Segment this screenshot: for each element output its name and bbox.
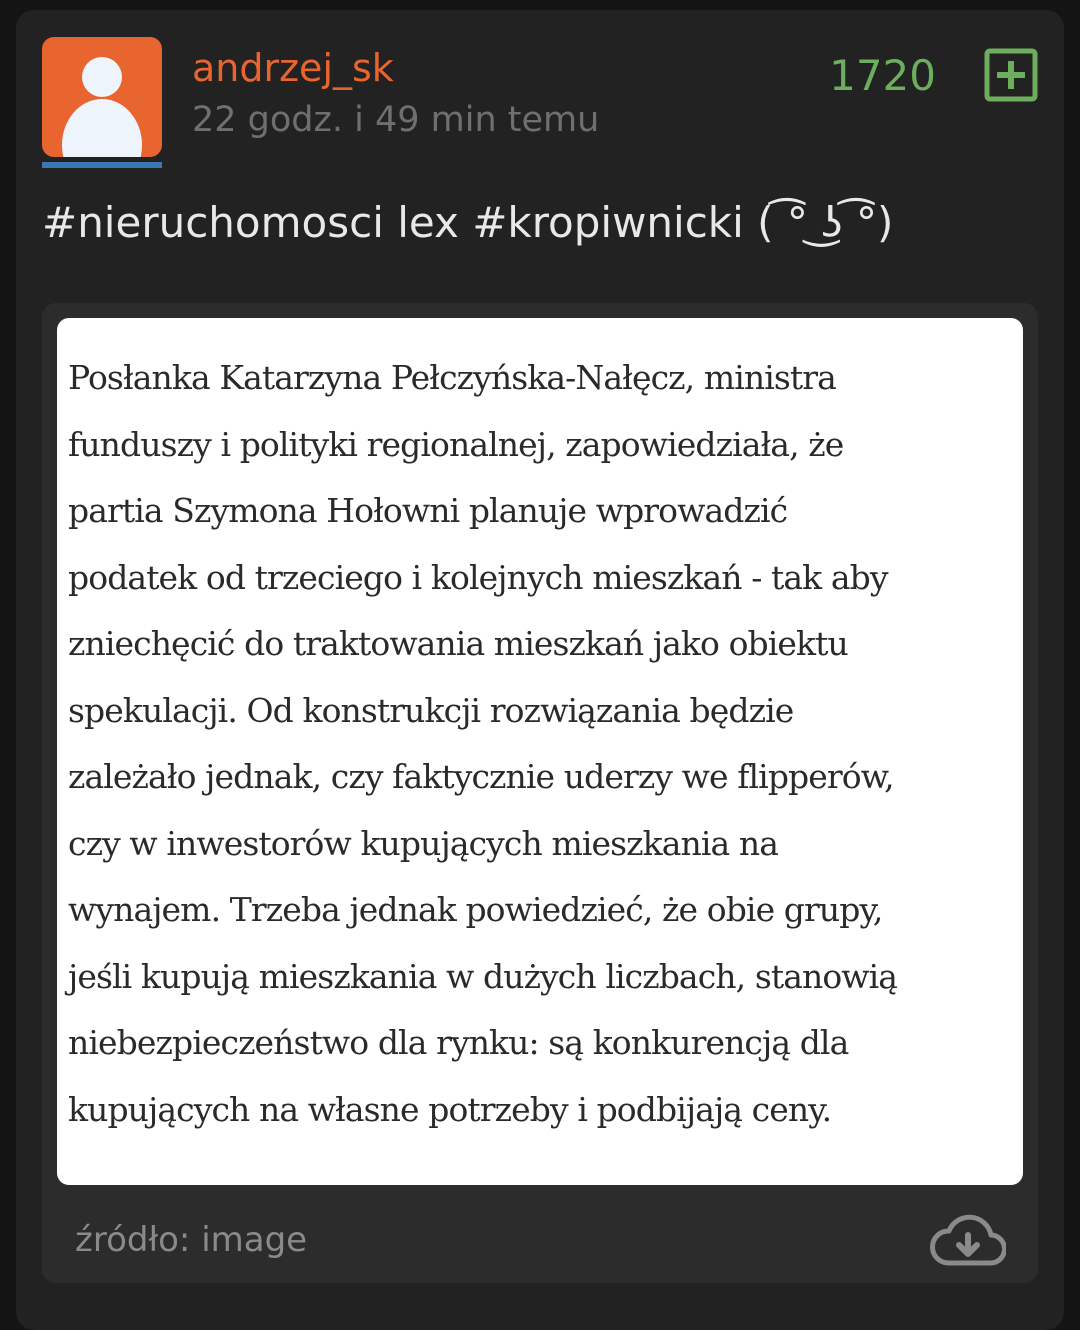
avatar[interactable] (42, 37, 162, 169)
entry-card: andrzej_sk 22 godz. i 49 min temu 1720 #… (16, 10, 1064, 1330)
source-label: źródło: (75, 1220, 202, 1260)
plus-square-icon (984, 48, 1038, 102)
vote-score: 1720 (829, 51, 936, 100)
post-body: #nieruchomosci lex #kropiwnicki ( ͡° ͜ʖ … (42, 198, 894, 247)
image-quote-text: Posłanka Katarzyna Pełczyńska-Nałęcz, mi… (68, 358, 898, 1129)
upvote-button[interactable] (984, 48, 1038, 102)
cloud-download-icon (930, 1214, 1007, 1266)
avatar-underline (42, 162, 162, 168)
media-source: źródło: image (75, 1218, 307, 1262)
embedded-media: Posłanka Katarzyna Pełczyńska-Nałęcz, mi… (42, 303, 1038, 1283)
author-name[interactable]: andrzej_sk (192, 44, 394, 92)
user-silhouette-icon (42, 37, 162, 157)
post-timestamp[interactable]: 22 godz. i 49 min temu (192, 97, 599, 143)
source-link[interactable]: image (201, 1220, 307, 1260)
attached-image[interactable]: Posłanka Katarzyna Pełczyńska-Nałęcz, mi… (57, 318, 1023, 1185)
download-button[interactable] (930, 1213, 1007, 1269)
